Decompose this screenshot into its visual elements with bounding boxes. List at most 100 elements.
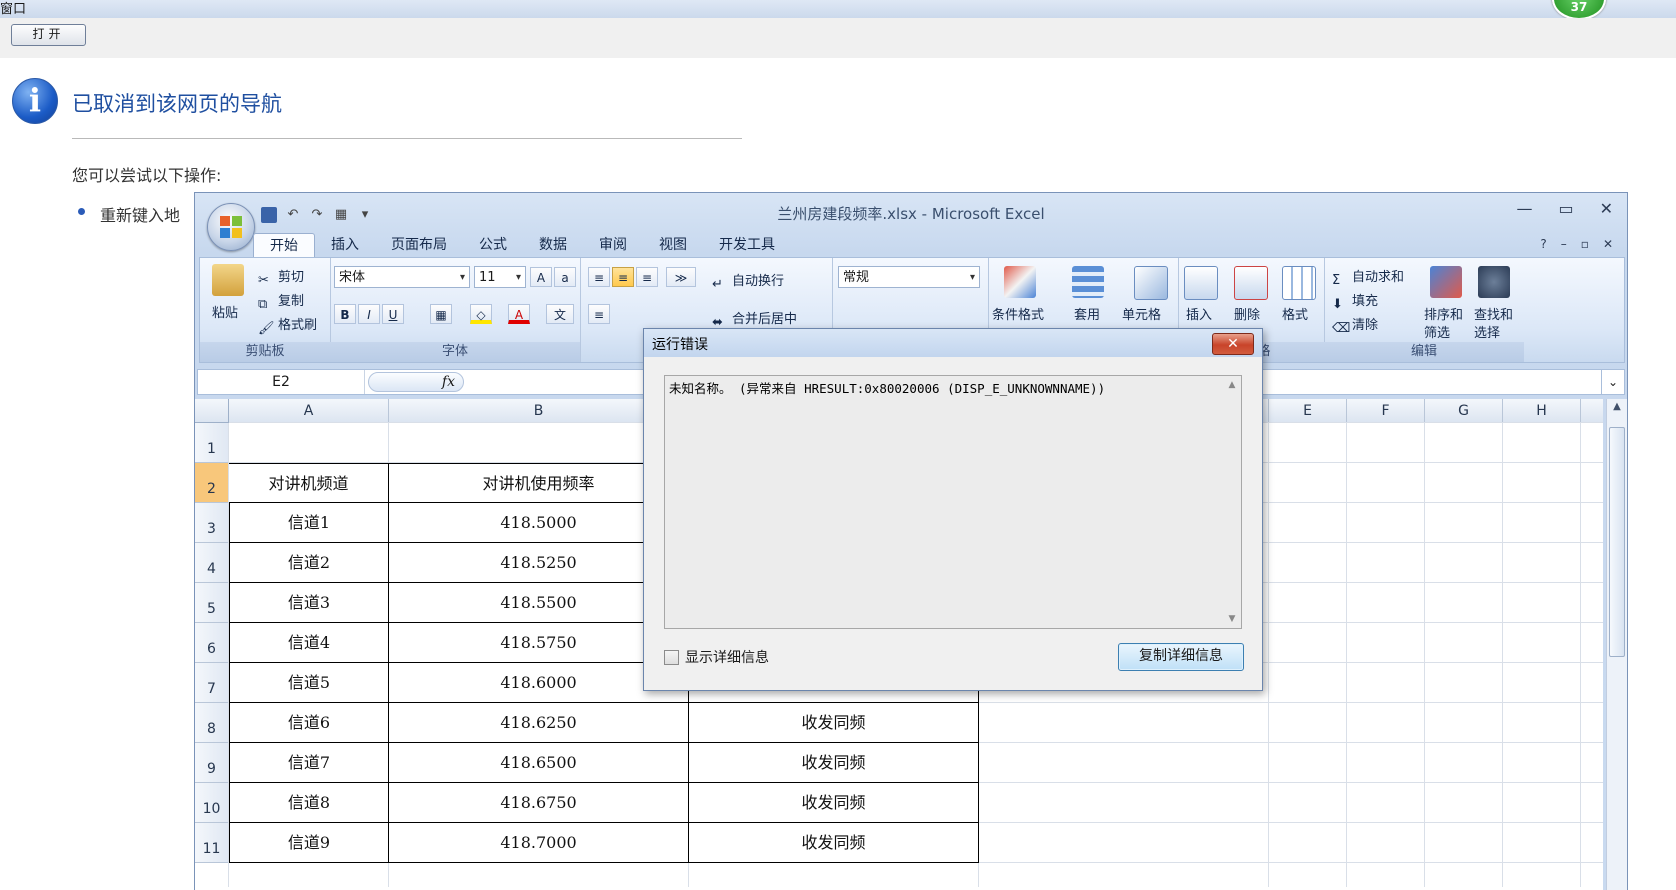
scroll-up-icon[interactable]: ▲ xyxy=(1223,380,1241,390)
column-header[interactable]: E xyxy=(1269,399,1347,423)
tab-data[interactable]: 数据 xyxy=(523,233,583,257)
table-cell[interactable]: 信道8 xyxy=(229,783,389,823)
insert-cells-icon[interactable] xyxy=(1184,266,1218,300)
table-cell[interactable]: 信道4 xyxy=(229,623,389,663)
table-cell[interactable]: 信道7 xyxy=(229,743,389,783)
dialog-close-button[interactable]: ✕ xyxy=(1212,333,1254,355)
shrink-font-icon[interactable]: a xyxy=(554,267,576,287)
row-header[interactable]: 9 xyxy=(195,743,229,783)
row-header[interactable]: 11 xyxy=(195,823,229,863)
table-style-icon[interactable] xyxy=(1072,266,1104,298)
row-header[interactable]: 2 xyxy=(195,463,229,503)
column-header[interactable]: H xyxy=(1503,399,1581,423)
delete-cells-button[interactable]: 删除 xyxy=(1234,304,1260,323)
table-cell[interactable]: 信道9 xyxy=(229,823,389,863)
scroll-thumb[interactable] xyxy=(1609,427,1625,657)
column-header[interactable]: G xyxy=(1425,399,1503,423)
maximize-icon[interactable]: ▭ xyxy=(1558,199,1573,218)
row-header[interactable]: 5 xyxy=(195,583,229,623)
table-cell[interactable]: 收发同频 xyxy=(689,783,979,823)
align-left-icon[interactable]: ≡ xyxy=(588,304,610,324)
table-cell[interactable]: 信道5 xyxy=(229,663,389,703)
table-cell[interactable]: 418.7000 xyxy=(389,823,689,863)
table-cell[interactable]: 信道6 xyxy=(229,703,389,743)
message-scrollbar[interactable]: ▲ ▼ xyxy=(1223,376,1241,628)
scroll-down-icon[interactable]: ▼ xyxy=(1223,614,1241,624)
find-select-button-line2[interactable]: 选择 xyxy=(1474,322,1500,341)
show-details-checkbox[interactable] xyxy=(664,649,679,665)
open-button[interactable]: 打开 xyxy=(11,24,86,46)
binoculars-icon[interactable] xyxy=(1478,266,1510,298)
fill-color-icon[interactable]: ◇ xyxy=(470,304,492,324)
clear-button[interactable]: ⌫ 清除 xyxy=(1332,314,1378,337)
font-name-select[interactable]: 宋体 xyxy=(334,266,470,289)
vertical-scrollbar[interactable]: ▲ xyxy=(1606,399,1627,890)
row-header[interactable]: 8 xyxy=(195,703,229,743)
insert-cells-button[interactable]: 插入 xyxy=(1186,304,1212,323)
cut-button[interactable]: ✂ 剪切 xyxy=(258,266,304,289)
delete-cells-icon[interactable] xyxy=(1234,266,1268,300)
table-cell[interactable]: 418.6500 xyxy=(389,743,689,783)
row-header[interactable]: 10 xyxy=(195,783,229,823)
bold-button[interactable]: B xyxy=(334,304,356,324)
grow-font-icon[interactable]: A xyxy=(530,267,552,287)
align-bottom-icon[interactable]: ≡ xyxy=(636,267,658,287)
number-format-select[interactable]: 常规 xyxy=(838,266,980,289)
sort-filter-icon[interactable] xyxy=(1430,266,1462,298)
conditional-format-icon[interactable] xyxy=(1004,266,1036,298)
fill-button[interactable]: ⬇ 填充 xyxy=(1332,290,1378,313)
table-cell[interactable]: 信道3 xyxy=(229,583,389,623)
table-cell[interactable]: 418.6250 xyxy=(389,703,689,743)
format-cells-icon[interactable] xyxy=(1282,266,1316,300)
row-header[interactable]: 3 xyxy=(195,503,229,543)
tab-formulas[interactable]: 公式 xyxy=(463,233,523,257)
paste-button[interactable]: 粘贴 xyxy=(212,302,238,321)
row-header[interactable]: 4 xyxy=(195,543,229,583)
table-cell[interactable]: 收发同频 xyxy=(689,823,979,863)
phonetic-icon[interactable]: 文 xyxy=(546,304,574,324)
table-cell[interactable]: 收发同频 xyxy=(689,743,979,783)
copy-details-button[interactable]: 复制详细信息 xyxy=(1118,643,1244,671)
autosum-button[interactable]: Σ 自动求和 xyxy=(1332,266,1404,289)
format-cells-button[interactable]: 格式 xyxy=(1282,304,1308,323)
column-header[interactable]: A xyxy=(229,399,389,423)
wb-close-icon[interactable]: ✕ xyxy=(1603,237,1613,251)
help-icon[interactable]: ? xyxy=(1540,237,1546,251)
underline-button[interactable]: U xyxy=(382,304,404,324)
close-icon[interactable]: ✕ xyxy=(1600,199,1613,218)
format-painter-button[interactable]: 🖌 格式刷 xyxy=(258,314,317,337)
find-select-button[interactable]: 查找和 xyxy=(1474,304,1513,323)
format-as-table-button[interactable]: 套用 xyxy=(1074,304,1100,323)
tab-view[interactable]: 视图 xyxy=(643,233,703,257)
tab-page-layout[interactable]: 页面布局 xyxy=(375,233,463,257)
tab-insert[interactable]: 插入 xyxy=(315,233,375,257)
cell-styles-button[interactable]: 单元格 xyxy=(1122,304,1161,323)
tab-review[interactable]: 审阅 xyxy=(583,233,643,257)
sort-filter-button-line2[interactable]: 筛选 xyxy=(1424,322,1450,341)
row-header[interactable]: 1 xyxy=(195,423,229,463)
font-color-icon[interactable]: A xyxy=(508,304,530,324)
wb-minimize-icon[interactable]: – xyxy=(1561,237,1567,251)
align-top-icon[interactable]: ≡ xyxy=(588,267,610,287)
table-cell[interactable]: 信道2 xyxy=(229,543,389,583)
column-header[interactable]: I xyxy=(1581,399,1603,423)
insert-function-icon[interactable]: fx xyxy=(368,372,464,392)
align-middle-icon[interactable]: ≡ xyxy=(612,267,634,287)
sort-filter-button[interactable]: 排序和 xyxy=(1424,304,1463,323)
cell-styles-icon[interactable] xyxy=(1134,266,1168,300)
table-cell[interactable]: 418.6750 xyxy=(389,783,689,823)
wb-restore-icon[interactable]: ▫ xyxy=(1581,237,1589,251)
font-size-select[interactable]: 11 xyxy=(474,266,526,289)
conditional-format-button[interactable]: 条件格式 xyxy=(992,304,1044,323)
column-header[interactable]: F xyxy=(1347,399,1425,423)
name-box[interactable]: E2 xyxy=(198,370,365,394)
italic-button[interactable]: I xyxy=(358,304,380,324)
tab-developer[interactable]: 开发工具 xyxy=(703,233,791,257)
error-message-box[interactable]: 未知名称。 (异常来自 HRESULT:0x80020006 (DISP_E_U… xyxy=(664,375,1242,629)
wrap-text-button[interactable]: ↵ 自动换行 xyxy=(712,270,784,293)
minimize-icon[interactable]: — xyxy=(1516,199,1532,218)
copy-button[interactable]: ⧉ 复制 xyxy=(258,290,304,313)
tab-home[interactable]: 开始 xyxy=(253,233,315,258)
table-cell[interactable]: 收发同频 xyxy=(689,703,979,743)
expand-formula-icon[interactable]: ⌄ xyxy=(1601,370,1624,394)
